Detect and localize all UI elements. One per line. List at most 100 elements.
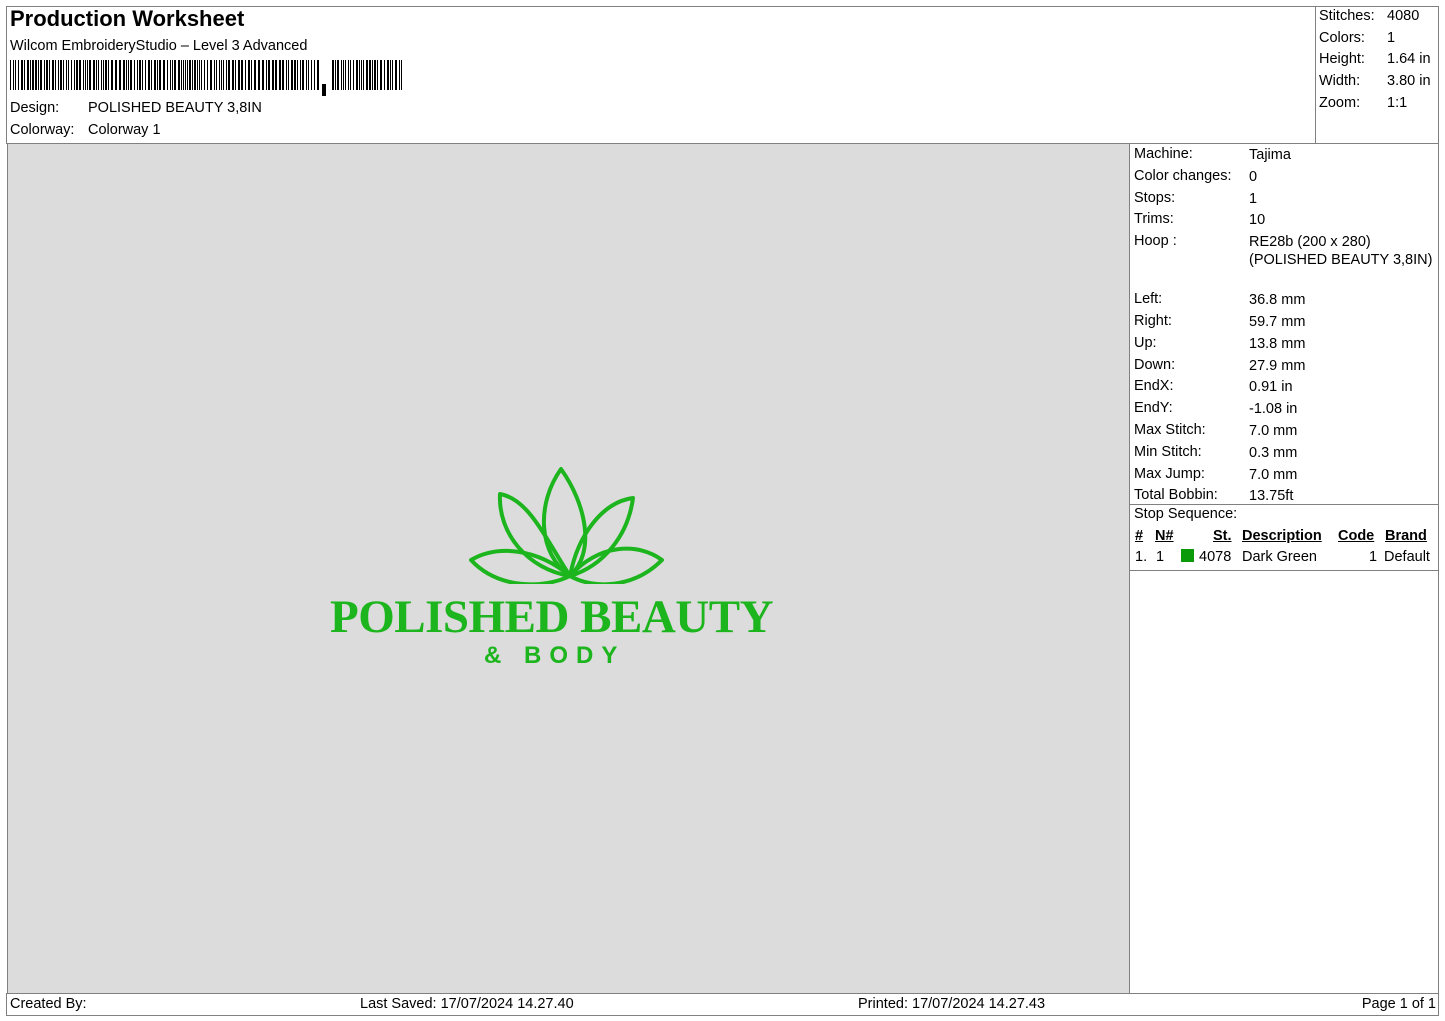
barcode-bar — [58, 60, 59, 90]
info-value: 10 — [1249, 212, 1266, 229]
color-swatch — [1181, 549, 1194, 562]
stop-sequence-title: Stop Sequence: — [1134, 506, 1238, 522]
info-value: 13.8 mm — [1249, 335, 1306, 352]
barcode-bar — [128, 60, 129, 90]
barcode-bar — [105, 60, 107, 90]
barcode-bar — [341, 60, 342, 90]
info-label: Max Stitch: — [1134, 422, 1206, 438]
barcode-bar — [40, 60, 42, 90]
stop-needle: 1 — [1156, 549, 1165, 565]
stitches-label: Stitches: — [1319, 8, 1375, 24]
stop-brand: Default — [1384, 549, 1430, 565]
created-by: Created By: — [10, 996, 87, 1012]
barcode-bar — [46, 60, 48, 90]
info-label: Stops: — [1134, 189, 1176, 206]
barcode-bar — [262, 60, 264, 90]
barcode-bar — [194, 60, 196, 90]
info-value: RE28b (200 x 280) (POLISHED BEAUTY 3,8IN… — [1249, 234, 1433, 269]
software-name: Wilcom EmbroideryStudio – Level 3 Advanc… — [10, 38, 308, 54]
barcode-bar — [201, 60, 202, 90]
barcode-bar — [363, 60, 364, 90]
last-saved: Last Saved: 17/07/2024 14.27.40 — [360, 996, 574, 1012]
info-value: 0 — [1249, 168, 1258, 185]
info-value: 0.91 in — [1249, 379, 1293, 396]
barcode-bar — [279, 60, 281, 90]
barcode-bar — [359, 60, 360, 90]
info-value: 1 — [1249, 190, 1258, 207]
barcode-bar — [185, 60, 186, 90]
barcode-bar — [266, 60, 267, 90]
barcode-bar — [139, 60, 141, 90]
barcode-bar — [89, 60, 91, 90]
barcode-bar — [337, 60, 339, 90]
barcode-bar — [13, 60, 14, 90]
barcode-bar — [183, 60, 184, 90]
barcode-bar — [366, 60, 368, 90]
info-label: Hoop : — [1134, 233, 1177, 250]
barcode-bar — [197, 60, 198, 90]
barcode-bar — [268, 60, 270, 90]
barcode-bar — [401, 60, 402, 90]
barcode-bar — [181, 60, 182, 90]
col-needle-header: N# — [1155, 528, 1174, 544]
barcode-bar — [377, 60, 378, 90]
barcode-bar — [192, 60, 193, 90]
barcode-bar — [302, 60, 304, 90]
barcode-bar — [111, 60, 113, 90]
barcode-bar — [172, 60, 173, 90]
info-value: 13.75ft — [1249, 488, 1294, 505]
barcode-bar — [238, 60, 240, 90]
barcode-bar — [98, 60, 99, 90]
barcode-bar — [55, 60, 56, 90]
col-description-header: Description — [1242, 528, 1322, 544]
barcode-bar — [297, 60, 298, 90]
barcode-bar — [49, 60, 50, 90]
footer-box — [6, 993, 1439, 1016]
barcode-bar — [68, 60, 69, 90]
barcode-bar — [24, 60, 25, 90]
info-label: EndY: — [1134, 400, 1173, 417]
zoom-label: Zoom: — [1319, 95, 1361, 111]
height-label: Height: — [1319, 51, 1365, 67]
barcode-bar — [216, 60, 217, 90]
logo-line-1: POLISHED BEAUTY — [330, 591, 774, 643]
barcode-bar — [223, 60, 224, 90]
barcode-bar — [214, 60, 215, 90]
barcode-bar — [32, 60, 34, 90]
barcode-bar — [142, 60, 143, 90]
barcode-bar — [35, 60, 37, 90]
barcode-bar — [221, 60, 222, 90]
barcode-bar — [187, 60, 188, 90]
barcode-bar — [199, 60, 200, 90]
barcode-bar — [395, 60, 397, 90]
barcode-bar — [15, 60, 16, 90]
barcode-bar — [369, 60, 371, 90]
info-value: Tajima — [1249, 147, 1291, 163]
info-label: Left: — [1134, 291, 1163, 308]
barcode-bar — [210, 60, 212, 90]
barcode-bar — [258, 60, 260, 90]
design-label: Design: — [10, 100, 60, 116]
barcode-bar — [241, 60, 243, 90]
colorway-value: Colorway 1 — [88, 122, 161, 138]
stop-description: Dark Green — [1242, 549, 1317, 565]
empty-panel — [1129, 570, 1439, 994]
barcode-bar — [108, 60, 109, 90]
barcode-bar — [18, 60, 19, 90]
barcode-bar — [52, 60, 54, 90]
barcode-bar — [272, 60, 274, 90]
width-value: 3.80 in — [1387, 73, 1431, 89]
barcode-bar — [286, 60, 287, 90]
stop-stitches: 4078 — [1199, 549, 1232, 565]
barcode-bar — [235, 60, 236, 90]
barcode-bar — [254, 60, 256, 90]
barcode-bar — [10, 60, 11, 90]
stop-code: 1 — [1369, 549, 1378, 565]
barcode-bar — [308, 60, 309, 90]
barcode-bar — [350, 60, 351, 90]
barcode-bar — [300, 60, 301, 90]
barcode-bar — [204, 60, 205, 90]
info-label: Right: — [1134, 313, 1172, 329]
barcode-bar — [317, 60, 319, 90]
barcode-bar — [137, 60, 138, 90]
